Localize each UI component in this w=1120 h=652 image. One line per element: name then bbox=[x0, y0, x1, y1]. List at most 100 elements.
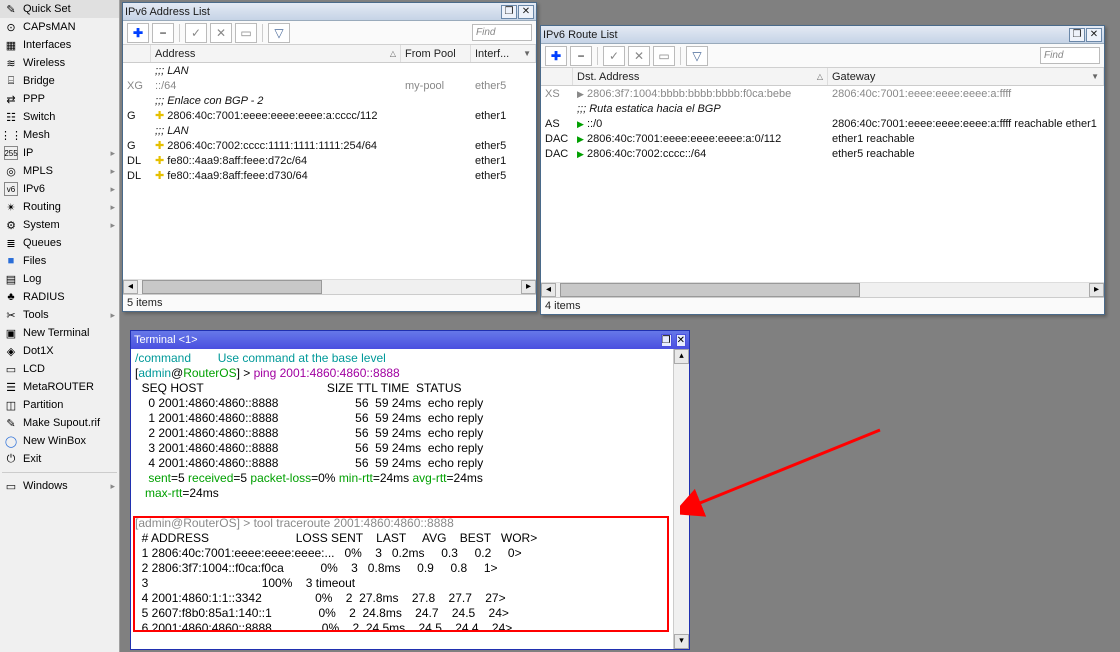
sidebar-item-log[interactable]: ▤Log bbox=[0, 270, 119, 288]
add-button[interactable]: ✚ bbox=[545, 46, 567, 66]
sidebar-item-queues[interactable]: ≣Queues bbox=[0, 234, 119, 252]
remove-button[interactable]: − bbox=[152, 23, 174, 43]
col-dst[interactable]: Dst. Address△ bbox=[573, 68, 828, 85]
sidebar-item-label: New Terminal bbox=[23, 327, 89, 339]
toolbar-sep bbox=[179, 24, 180, 42]
comment-button[interactable]: ▭ bbox=[653, 46, 675, 66]
filter-button[interactable]: ▽ bbox=[686, 46, 708, 66]
sidebar-item-ipv6[interactable]: v6IPv6 bbox=[0, 180, 119, 198]
disable-button[interactable]: ✕ bbox=[628, 46, 650, 66]
route-list[interactable]: Dst. Address△ Gateway▼ XS▶ 2806:3f7:1004… bbox=[541, 68, 1104, 282]
enable-button[interactable]: ✓ bbox=[185, 23, 207, 43]
close-button[interactable]: ✕ bbox=[518, 5, 534, 19]
terminal-titlebar[interactable]: Terminal <1> ❐ ✕ bbox=[131, 331, 689, 349]
hscrollbar[interactable]: ◂▸ bbox=[541, 282, 1104, 297]
close-button[interactable]: ✕ bbox=[1086, 28, 1102, 42]
sidebar-item-partition[interactable]: ◫Partition bbox=[0, 396, 119, 414]
sidebar-item-routing[interactable]: ✴Routing bbox=[0, 198, 119, 216]
find-input[interactable]: Find bbox=[1040, 47, 1100, 64]
table-row[interactable]: G✚ 2806:40c:7001:eeee:eeee:eeee:a:cccc/1… bbox=[123, 108, 536, 123]
table-row[interactable]: DL✚ fe80::4aa9:8aff:feee:d730/64ether5 bbox=[123, 168, 536, 183]
sidebar-item-system[interactable]: ⚙System bbox=[0, 216, 119, 234]
sidebar-item-exit[interactable]: ⏻Exit bbox=[0, 450, 119, 468]
terminal-output[interactable]: /command Use command at the base level [… bbox=[131, 349, 689, 649]
sidebar-item-radius[interactable]: ♣RADIUS bbox=[0, 288, 119, 306]
sidebar-item-files[interactable]: ■Files bbox=[0, 252, 119, 270]
vscrollbar[interactable]: ▴ ▾ bbox=[673, 349, 689, 649]
table-row[interactable]: DL✚ fe80::4aa9:8aff:feee:d72c/64ether1 bbox=[123, 153, 536, 168]
table-row[interactable]: XG::/64my-poolether5 bbox=[123, 78, 536, 93]
mpls-icon: ◎ bbox=[4, 164, 18, 178]
dot1x-icon: ◈ bbox=[4, 344, 18, 358]
sidebar-item-capsman[interactable]: ⊙CAPsMAN bbox=[0, 18, 119, 36]
log-icon: ▤ bbox=[4, 272, 18, 286]
sidebar-item-mesh[interactable]: ⋮⋮Mesh bbox=[0, 126, 119, 144]
sidebar-item-lcd[interactable]: ▭LCD bbox=[0, 360, 119, 378]
find-input[interactable]: Find bbox=[472, 24, 532, 41]
enable-button[interactable]: ✓ bbox=[603, 46, 625, 66]
address-titlebar[interactable]: IPv6 Address List ❐ ✕ bbox=[123, 3, 536, 21]
section-row: ;;; LAN bbox=[123, 63, 536, 78]
address-list[interactable]: Address△ From Pool Interf...▼ ;;; LANXG:… bbox=[123, 45, 536, 279]
sidebar-item-wireless[interactable]: ≋Wireless bbox=[0, 54, 119, 72]
table-row[interactable]: G✚ 2806:40c:7002:cccc:1111:1111:1111:254… bbox=[123, 138, 536, 153]
sidebar-item-ip[interactable]: 255IP bbox=[0, 144, 119, 162]
supout-icon: ✎ bbox=[4, 416, 18, 430]
scroll-right[interactable]: ▸ bbox=[521, 280, 536, 294]
sidebar-item-label: Bridge bbox=[23, 75, 55, 87]
restore-button[interactable]: ❐ bbox=[501, 5, 517, 19]
list-header[interactable]: Address△ From Pool Interf...▼ bbox=[123, 45, 536, 63]
restore-button[interactable]: ❐ bbox=[661, 334, 672, 347]
table-row[interactable]: DAC▶ 2806:40c:7001:eeee:eeee:eeee:a:0/11… bbox=[541, 131, 1104, 146]
restore-button[interactable]: ❐ bbox=[1069, 28, 1085, 42]
sidebar-item-newwinbox[interactable]: ◯New WinBox bbox=[0, 432, 119, 450]
comment-button[interactable]: ▭ bbox=[235, 23, 257, 43]
sidebar-item-tools[interactable]: ✂Tools bbox=[0, 306, 119, 324]
sidebar-item-label: Files bbox=[23, 255, 46, 267]
col-flags[interactable] bbox=[541, 68, 573, 85]
hscrollbar[interactable]: ◂▸ bbox=[123, 279, 536, 294]
sidebar: ✎Quick Set ⊙CAPsMAN ▦Interfaces ≋Wireles… bbox=[0, 0, 120, 652]
sidebar-item-ppp[interactable]: ⇄PPP bbox=[0, 90, 119, 108]
sidebar-item-mpls[interactable]: ◎MPLS bbox=[0, 162, 119, 180]
route-status: 4 items bbox=[541, 297, 1104, 314]
sidebar-item-interfaces[interactable]: ▦Interfaces bbox=[0, 36, 119, 54]
window-title: Terminal <1> bbox=[134, 334, 198, 346]
col-address[interactable]: Address△ bbox=[151, 45, 401, 62]
table-row[interactable]: DAC▶ 2806:40c:7002:cccc::/64ether5 reach… bbox=[541, 146, 1104, 161]
sidebar-item-supout[interactable]: ✎Make Supout.rif bbox=[0, 414, 119, 432]
scroll-thumb[interactable] bbox=[142, 280, 322, 294]
sidebar-item-label: LCD bbox=[23, 363, 45, 375]
col-pool[interactable]: From Pool bbox=[401, 45, 471, 62]
scroll-left[interactable]: ◂ bbox=[123, 280, 138, 294]
scroll-left[interactable]: ◂ bbox=[541, 283, 556, 297]
table-row[interactable]: AS▶ ::/02806:40c:7001:eeee:eeee:eeee:a:f… bbox=[541, 116, 1104, 131]
list-header[interactable]: Dst. Address△ Gateway▼ bbox=[541, 68, 1104, 86]
route-titlebar[interactable]: IPv6 Route List ❐ ✕ bbox=[541, 26, 1104, 44]
sidebar-item-dot1x[interactable]: ◈Dot1X bbox=[0, 342, 119, 360]
sidebar-item-newterminal[interactable]: ▣New Terminal bbox=[0, 324, 119, 342]
windows-icon: ▭ bbox=[4, 479, 18, 493]
sidebar-item-metarouter[interactable]: ☰MetaROUTER bbox=[0, 378, 119, 396]
col-gateway[interactable]: Gateway▼ bbox=[828, 68, 1104, 85]
exit-icon: ⏻ bbox=[4, 452, 18, 466]
scroll-thumb[interactable] bbox=[560, 283, 860, 297]
filter-button[interactable]: ▽ bbox=[268, 23, 290, 43]
sidebar-item-quickset[interactable]: ✎Quick Set bbox=[0, 0, 119, 18]
remove-button[interactable]: − bbox=[570, 46, 592, 66]
sidebar-item-switch[interactable]: ☷Switch bbox=[0, 108, 119, 126]
sidebar-item-label: Wireless bbox=[23, 57, 65, 69]
scroll-up[interactable]: ▴ bbox=[674, 349, 689, 364]
disable-button[interactable]: ✕ bbox=[210, 23, 232, 43]
col-flags[interactable] bbox=[123, 45, 151, 62]
sidebar-item-label: MetaROUTER bbox=[23, 381, 94, 393]
add-button[interactable]: ✚ bbox=[127, 23, 149, 43]
section-row: ;;; Enlace con BGP - 2 bbox=[123, 93, 536, 108]
sidebar-item-bridge[interactable]: ⌸Bridge bbox=[0, 72, 119, 90]
table-row[interactable]: XS▶ 2806:3f7:1004:bbbb:bbbb:bbbb:f0ca:be… bbox=[541, 86, 1104, 101]
col-interface[interactable]: Interf...▼ bbox=[471, 45, 536, 62]
scroll-down[interactable]: ▾ bbox=[674, 634, 689, 649]
close-button[interactable]: ✕ bbox=[676, 334, 686, 347]
scroll-right[interactable]: ▸ bbox=[1089, 283, 1104, 297]
sidebar-item-windows[interactable]: ▭Windows bbox=[0, 477, 119, 495]
